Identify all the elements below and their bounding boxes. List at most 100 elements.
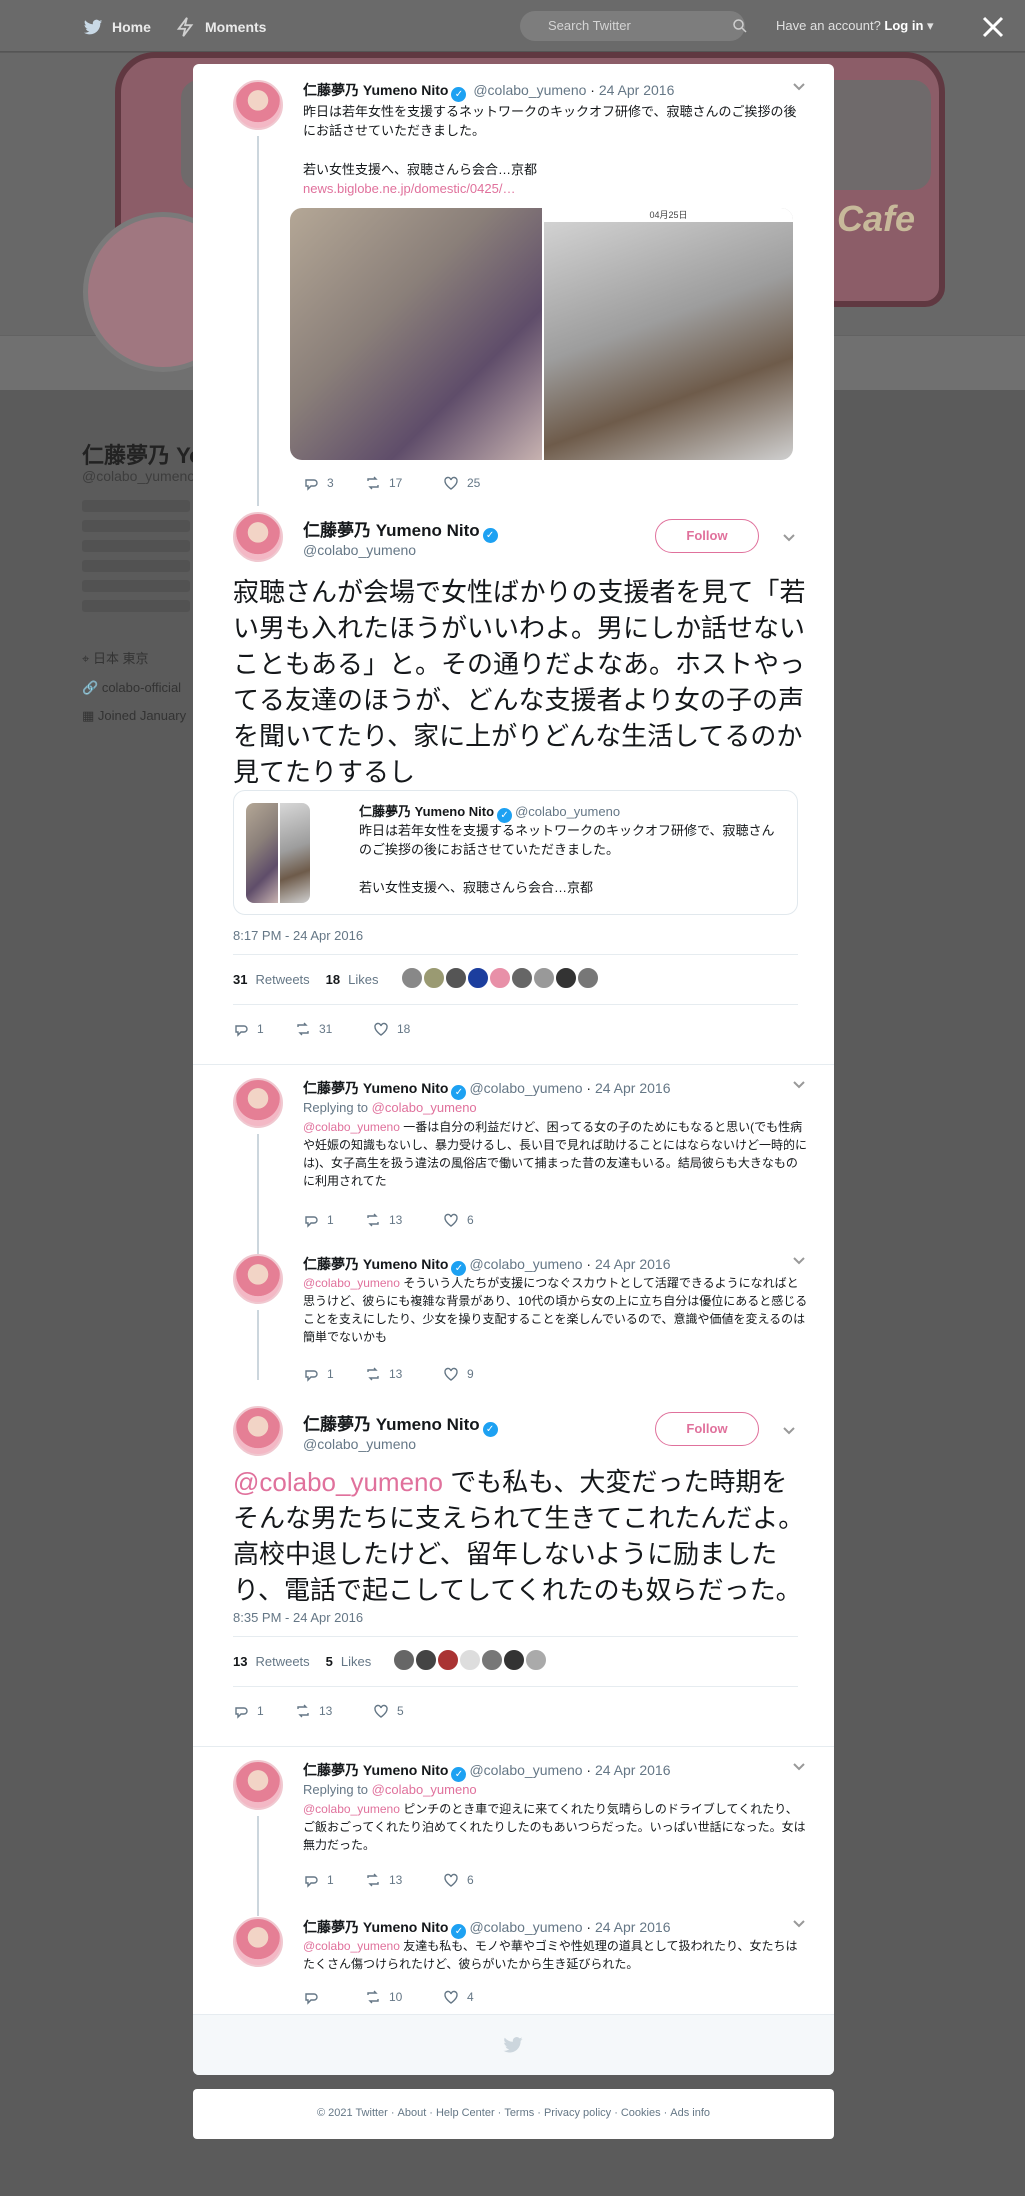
retweet-button[interactable]: 13 [365, 1212, 443, 1228]
chevron-down-icon: ▾ [927, 18, 934, 33]
mention-link[interactable]: @colabo_yumeno [303, 1802, 400, 1816]
chevron-down-icon[interactable] [792, 82, 806, 92]
divider [193, 1064, 834, 1065]
reply-button[interactable]: 1 [233, 1021, 295, 1037]
reply-tweet[interactable]: 仁藤夢乃 Yumeno Nito ✓ @colabo_yumeno · 24 Apr… [233, 1917, 808, 2012]
reply-button[interactable]: 1 [303, 1872, 365, 1888]
retweet-button[interactable]: 10 [365, 1989, 443, 2005]
footer-ads-link[interactable]: Ads info [670, 2107, 710, 2119]
chevron-down-icon[interactable] [792, 1919, 806, 1929]
chevron-down-icon[interactable] [792, 1080, 806, 1090]
avatar[interactable] [233, 1254, 283, 1304]
chevron-down-icon[interactable] [792, 1256, 806, 1266]
reply-button[interactable]: 1 [303, 1366, 365, 1382]
mention-link[interactable]: @colabo_yumeno [233, 1467, 443, 1497]
like-stat-count[interactable]: 5 [326, 1654, 333, 1669]
quoted-tweet[interactable]: 仁藤夢乃 Yumeno Nito ✓ @colabo_yumeno 昨日は若年女性を… [233, 790, 798, 915]
tweet-text: @colabo_yumeno 一番は自分の利益だけど、困ってる女の子のためにもな… [303, 1120, 808, 1188]
follow-button[interactable]: Follow [655, 1412, 759, 1446]
avatar[interactable] [233, 1078, 283, 1128]
tweet-date[interactable]: 24 Apr 2016 [599, 82, 675, 98]
reply-button[interactable]: 3 [303, 475, 365, 491]
follow-button[interactable]: Follow [655, 519, 759, 553]
author-handle[interactable]: @colabo_yumeno [473, 82, 586, 98]
photo-2[interactable]: 04月25日 [544, 208, 793, 460]
retweet-button[interactable]: 17 [365, 475, 443, 491]
retweet-stat-count[interactable]: 31 [233, 972, 247, 987]
like-button[interactable]: 18 [373, 1021, 435, 1037]
reply-tweet[interactable]: 仁藤夢乃 Yumeno Nito ✓ @colabo_yumeno · 24 Apr… [233, 1078, 808, 1228]
retweet-stat-label[interactable]: Retweets [255, 1654, 309, 1669]
profile-location: ⌖ 日本 東京 [82, 651, 149, 666]
login-link[interactable]: Log in [884, 18, 923, 33]
author-name[interactable]: 仁藤夢乃 Yumeno Nito ✓ [303, 1410, 501, 1437]
reply-button[interactable] [303, 1989, 365, 2005]
nav-home[interactable]: Home [82, 16, 151, 38]
profile-link[interactable]: 🔗 colabo-official [82, 680, 181, 696]
reply-tweet[interactable]: 仁藤夢乃 Yumeno Nito ✓ @colabo_yumeno · 24 Apr… [233, 1254, 808, 1394]
author-name[interactable]: 仁藤夢乃 Yumeno Nito [303, 82, 448, 98]
reply-button[interactable]: 1 [303, 1212, 365, 1228]
tweet-timestamp[interactable]: 8:35 PM - 24 Apr 2016 [233, 1610, 363, 1625]
mention-link[interactable]: @colabo_yumeno [372, 1782, 477, 1797]
retweet-button[interactable]: 13 [365, 1872, 443, 1888]
footer-privacy-link[interactable]: Privacy policy [544, 2107, 611, 2119]
mention-link[interactable]: @colabo_yumeno [303, 1939, 400, 1953]
search-icon[interactable] [731, 17, 749, 35]
like-stat-label[interactable]: Likes [348, 972, 378, 987]
reply-button[interactable]: 1 [233, 1703, 295, 1719]
photo-1[interactable] [290, 208, 542, 460]
author-handle[interactable]: @colabo_yumeno [303, 542, 416, 558]
footer-about-link[interactable]: About [398, 2107, 427, 2119]
parent-tweet[interactable]: 仁藤夢乃 Yumeno Nito ✓ @colabo_yumeno · 24 Ap… [233, 80, 808, 500]
mention-link[interactable]: @colabo_yumeno [303, 1120, 400, 1134]
footer-help-link[interactable]: Help Center [436, 2107, 495, 2119]
chevron-down-icon[interactable] [792, 1762, 806, 1772]
tweet-text: @colabo_yumeno 友達も私も、モノや華やゴミや性処理の道具として扱わ… [303, 1939, 798, 1971]
like-button[interactable]: 6 [443, 1212, 505, 1228]
chevron-down-icon[interactable] [782, 533, 796, 543]
like-button[interactable]: 4 [443, 1989, 505, 2005]
chevron-down-icon[interactable] [782, 1426, 796, 1436]
tweet-stats: 31 Retweets 18 Likes [233, 967, 599, 992]
retweet-icon [297, 1704, 309, 1718]
retweet-stat-count[interactable]: 13 [233, 1654, 247, 1669]
tweet-media[interactable]: 04月25日 [290, 208, 793, 460]
search-placeholder: Search Twitter [548, 18, 631, 33]
tweet-actions: 1 13 5 [233, 1703, 435, 1719]
nav-moments[interactable]: Moments [175, 16, 266, 38]
account-area: Have an account? Log in ▾ [776, 18, 934, 34]
like-button[interactable]: 5 [373, 1703, 435, 1719]
author-name[interactable]: 仁藤夢乃 Yumeno Nito ✓ [303, 516, 501, 543]
like-button[interactable]: 9 [443, 1366, 505, 1382]
profile-handle: @colabo_yumeno [82, 468, 196, 484]
avatar[interactable] [233, 512, 283, 562]
banner-cafe-text: Cafe [837, 198, 916, 239]
like-button[interactable]: 25 [443, 475, 505, 491]
footer-terms-link[interactable]: Terms [504, 2107, 534, 2119]
footer-cookies-link[interactable]: Cookies [621, 2107, 661, 2119]
retweet-button[interactable]: 13 [365, 1366, 443, 1382]
avatar[interactable] [233, 1406, 283, 1456]
reply-count: 3 [327, 476, 334, 490]
heart-icon [374, 1022, 388, 1036]
avatar[interactable] [233, 80, 283, 130]
retweet-stat-label[interactable]: Retweets [255, 972, 309, 987]
tweet-timestamp[interactable]: 8:17 PM - 24 Apr 2016 [233, 928, 363, 943]
close-icon[interactable] [978, 12, 1008, 42]
reply-tweet[interactable]: 仁藤夢乃 Yumeno Nito ✓ @colabo_yumeno · 24 Apr… [233, 1760, 808, 1890]
tweet-actions: 3 17 25 [303, 475, 505, 491]
author-handle[interactable]: @colabo_yumeno [303, 1436, 416, 1452]
like-stat-count[interactable]: 18 [326, 972, 340, 987]
search-input[interactable]: Search Twitter [520, 11, 747, 41]
retweet-button[interactable]: 13 [295, 1703, 373, 1719]
tweet-link[interactable]: news.biglobe.ne.jp/domestic/0425/… [303, 179, 808, 198]
mention-link[interactable]: @colabo_yumeno [303, 1276, 400, 1290]
retweet-icon [297, 1022, 309, 1036]
like-stat-label[interactable]: Likes [341, 1654, 371, 1669]
retweet-button[interactable]: 31 [295, 1021, 373, 1037]
mention-link[interactable]: @colabo_yumeno [372, 1100, 477, 1115]
like-button[interactable]: 6 [443, 1872, 505, 1888]
avatar[interactable] [233, 1917, 283, 1967]
avatar[interactable] [233, 1760, 283, 1810]
